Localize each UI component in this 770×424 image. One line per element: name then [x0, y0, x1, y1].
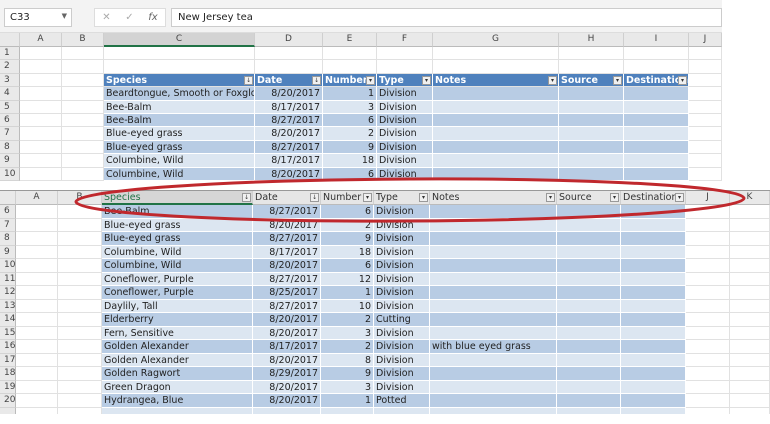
- annotation-oval: [74, 177, 746, 223]
- red-ellipse: [74, 177, 746, 223]
